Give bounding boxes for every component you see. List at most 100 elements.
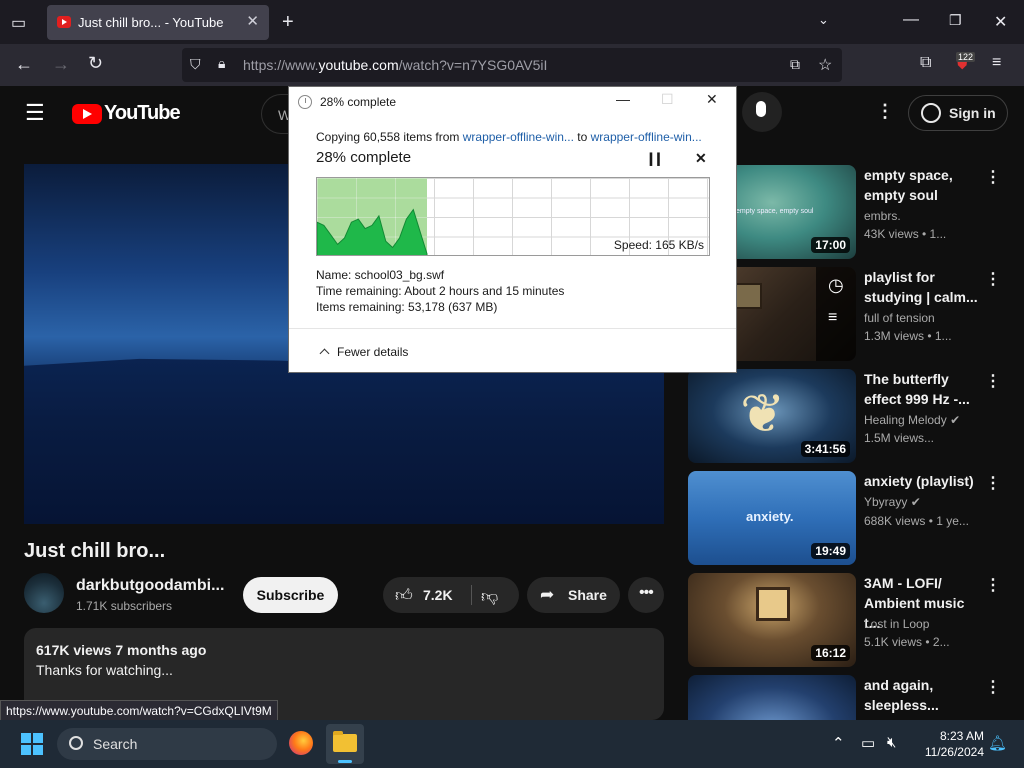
clock-date: 11/26/2024 (924, 745, 984, 759)
menu-icon[interactable]: ≡ (992, 54, 1001, 72)
youtube-favicon-icon (57, 16, 71, 28)
like-count[interactable]: 7.2K (423, 587, 453, 603)
subscribe-button[interactable]: Subscribe (243, 577, 338, 613)
kebab-menu-icon[interactable]: ⋮ (985, 269, 1001, 289)
channel-avatar[interactable] (24, 573, 64, 613)
browser-nav-bar: ← → ↻ ⛉ 🔒︎ https://www.youtube.com/watch… (0, 44, 1024, 86)
time-remaining: Time remaining: About 2 hours and 15 min… (316, 284, 565, 298)
like-divider (471, 585, 472, 605)
recommendation-views: 5.1K views • 2... (864, 635, 950, 649)
recommendation-channel[interactable]: Healing Melody ✔︎ (864, 413, 960, 427)
new-tab-icon[interactable]: + (282, 11, 294, 34)
recommendation-thumbnail[interactable]: ❦ 3:41:56 (688, 369, 856, 463)
watch-later-icon[interactable]: ◷ (828, 275, 844, 296)
firefox-icon[interactable] (289, 731, 313, 755)
more-actions-button[interactable]: ••• (628, 577, 664, 613)
like-dislike-group: 👍︎ 7.2K 👎︎ (383, 577, 519, 613)
recommendation-thumbnail[interactable]: 16:12 (688, 573, 856, 667)
youtube-play-icon (72, 104, 102, 124)
file-explorer-icon[interactable] (326, 724, 364, 764)
recommendation-item[interactable]: ❦ 3:41:56 The butterfly effect 999 Hz -.… (688, 369, 1018, 463)
duration-badge: 16:12 (811, 645, 850, 661)
recommendation-item[interactable]: anxiety. 19:49 anxiety (playlist) Ybyray… (688, 471, 1018, 565)
recommendation-thumbnail[interactable] (688, 675, 856, 720)
recommendation-title[interactable]: The butterfly effect 999 Hz -... (864, 369, 984, 409)
butterfly-icon: ❦ (740, 384, 786, 444)
add-to-queue-icon[interactable]: ≡ (828, 309, 837, 327)
windows-start-icon[interactable] (21, 733, 43, 755)
fewer-details-button[interactable]: Fewer details (316, 345, 408, 359)
recommendation-title[interactable]: anxiety (playlist) (864, 471, 976, 491)
recommendation-thumbnail[interactable]: anxiety. 19:49 (688, 471, 856, 565)
shield-icon[interactable]: ⛉ (190, 56, 201, 73)
close-icon[interactable]: ✕ (706, 91, 718, 108)
thumbs-up-icon[interactable]: 👍︎ (395, 585, 413, 606)
ellipsis-icon: ••• (639, 584, 654, 601)
chevron-up-icon[interactable]: ⌃ (832, 734, 845, 752)
transfer-speed-graph: Speed: 165 KB/s (316, 177, 710, 256)
recommendation-title[interactable]: and again, sleepless... (864, 675, 984, 715)
cancel-icon[interactable]: ✕ (695, 150, 707, 167)
recommendation-channel[interactable]: Ybyrayy ✔︎ (864, 495, 921, 509)
list-all-tabs-icon[interactable]: ▭ (11, 13, 26, 33)
extensions-icon[interactable]: ⧉ (920, 54, 931, 72)
forward-arrow-icon[interactable]: → (52, 54, 70, 75)
dialog-title: 28% complete (320, 95, 397, 109)
pause-icon[interactable]: ▎▎ (650, 153, 666, 166)
recommendation-item[interactable]: and again, sleepless... ⋮ (688, 675, 1018, 720)
recommendation-item[interactable]: 16:12 3AM - LOFI/ Ambient music t... Los… (688, 573, 1018, 667)
volume-mute-icon[interactable]: 🔇︎ (887, 734, 896, 751)
maximize-icon[interactable]: ☐ (661, 91, 674, 108)
minimize-icon[interactable]: — (903, 11, 919, 29)
kebab-menu-icon[interactable]: ⋮ (985, 371, 1001, 391)
kebab-menu-icon[interactable]: ⋮ (985, 677, 1001, 697)
destination-link[interactable]: wrapper-offline-win... (591, 130, 702, 144)
restore-icon[interactable]: ❐ (949, 12, 962, 29)
views-and-date: 617K views 7 months ago (36, 642, 207, 658)
close-window-icon[interactable]: ✕ (994, 12, 1007, 32)
taskbar-search[interactable]: Search (57, 728, 277, 760)
recommendation-views: 43K views • 1... (864, 227, 947, 241)
recommendation-title[interactable]: playlist for studying | calm... (864, 267, 984, 307)
recommendation-item[interactable]: ◷ ≡ playlist for studying | calm... full… (688, 267, 1018, 361)
recommendation-channel[interactable]: embrs. (864, 209, 901, 223)
reload-icon[interactable]: ↻ (88, 53, 103, 74)
share-button[interactable]: ➦ Share (527, 577, 620, 613)
recommendation-channel[interactable]: full of tension (864, 311, 935, 325)
lock-icon[interactable]: 🔒︎ (218, 55, 225, 72)
recommendation-channel[interactable]: Lost in Loop (864, 617, 929, 631)
notification-bell-icon[interactable]: 🔔︎ (988, 734, 1007, 752)
recommendation-title[interactable]: empty space, empty soul (864, 165, 984, 205)
channel-name[interactable]: darkbutgoodambi... (76, 577, 224, 595)
system-clock[interactable]: 8:23 AM 11/26/2024 (916, 728, 984, 760)
progress-clock-icon (298, 95, 312, 109)
kebab-menu-icon[interactable]: ⋮ (985, 167, 1001, 187)
minimize-icon[interactable]: — (616, 91, 630, 107)
recommendation-item[interactable]: empty space, empty soul 17:00 empty spac… (688, 165, 1018, 259)
hamburger-menu-icon[interactable]: ☰ (25, 100, 45, 126)
kebab-menu-icon[interactable]: ⋮ (985, 473, 1001, 493)
dialog-divider (289, 328, 736, 329)
thumbs-down-icon[interactable]: 👎︎ (481, 586, 498, 607)
more-options-icon[interactable]: ⋮ (876, 101, 894, 122)
browser-tab[interactable]: Just chill bro... - YouTube ✕ (47, 5, 269, 40)
tab-title: Just chill bro... - YouTube (78, 15, 224, 30)
sign-in-button[interactable]: Sign in (908, 95, 1008, 131)
picture-in-picture-icon[interactable]: ⧉ (790, 56, 800, 73)
close-tab-icon[interactable]: ✕ (246, 12, 259, 30)
speed-readout: Speed: 165 KB/s (613, 238, 704, 252)
url-bar[interactable]: ⛉ 🔒︎ https://www.youtube.com/watch?v=n7Y… (182, 48, 842, 82)
kebab-menu-icon[interactable]: ⋮ (985, 575, 1001, 595)
dialog-titlebar[interactable]: 28% complete — ☐ ✕ (289, 87, 736, 117)
thumbnail-window (756, 587, 790, 621)
percent-complete: 28% complete (316, 149, 412, 166)
source-link[interactable]: wrapper-offline-win... (463, 130, 574, 144)
chevron-down-icon[interactable]: ⌄ (818, 12, 829, 28)
url-text[interactable]: https://www.youtube.com/watch?v=n7YSG0AV… (243, 57, 547, 73)
back-arrow-icon[interactable]: ← (15, 54, 33, 75)
bookmark-star-icon[interactable]: ☆ (818, 55, 832, 75)
voice-search-button[interactable] (742, 92, 782, 132)
chevron-up-icon (319, 348, 330, 359)
current-file-name: Name: school03_bg.swf (316, 268, 445, 282)
network-icon[interactable]: ▭ (861, 734, 875, 752)
